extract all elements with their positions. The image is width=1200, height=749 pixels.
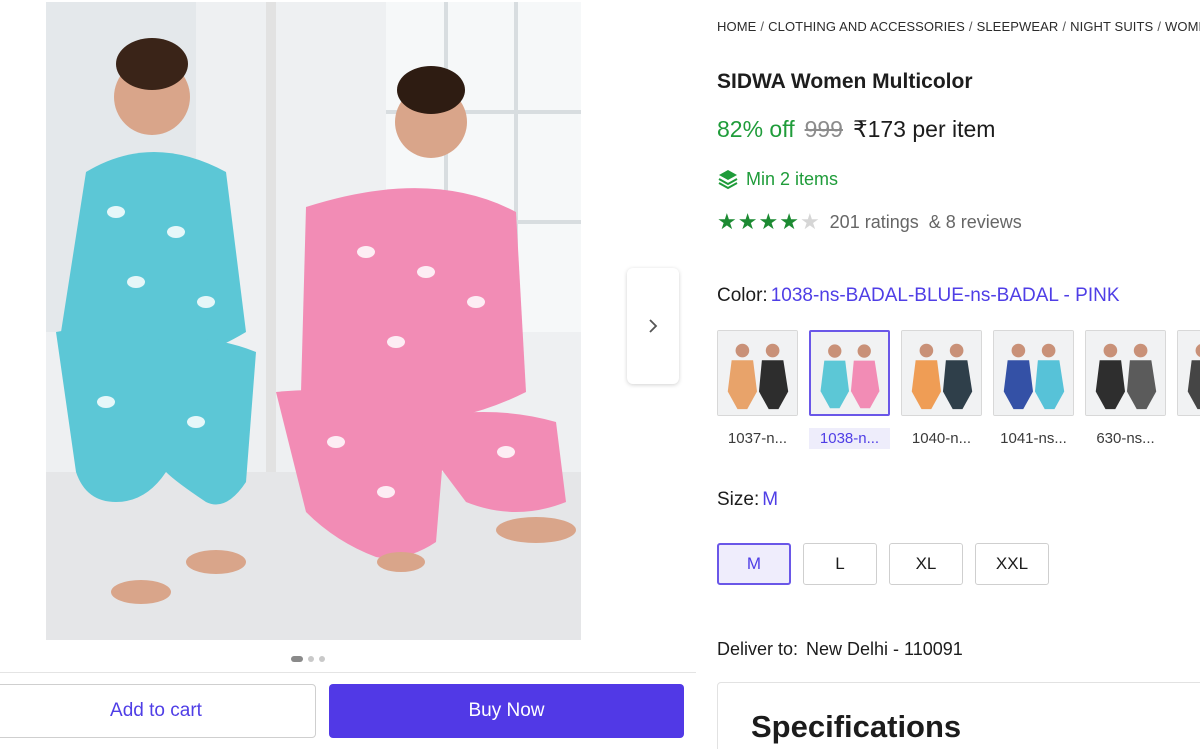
min-items-text: Min 2 items (746, 168, 839, 189)
swatch-label: 630-ns... (1096, 430, 1155, 447)
swatch-thumbnail (1177, 330, 1200, 416)
delivery-info[interactable]: Deliver to: New Delhi - 110091 (717, 639, 963, 660)
price-row: 82% off 999 ₹173 per item (717, 116, 995, 143)
swatch-thumbnail (901, 330, 982, 416)
color-swatch[interactable]: 1041-ns... (993, 330, 1074, 449)
carousel-dot[interactable] (319, 656, 325, 662)
carousel-dot-active[interactable] (291, 656, 303, 662)
swatch-label: 1037-n... (727, 430, 788, 447)
star-filled-icon: ★ (717, 209, 737, 234)
breadcrumb-women[interactable]: WOME (1165, 19, 1200, 34)
delivery-location: New Delhi - 110091 (806, 639, 963, 659)
product-photo-illustration (46, 2, 581, 640)
reviews-count[interactable]: & 8 reviews (929, 212, 1022, 233)
selected-size: M (762, 489, 779, 510)
size-selector-label: Size: M (717, 489, 778, 511)
selected-color: 1038-ns-BADAL-BLUE-ns-BADAL - PINK (770, 285, 1120, 306)
image-carousel-dots (291, 656, 325, 662)
breadcrumb-separator: / (1062, 19, 1067, 34)
color-label-text: Color: (717, 285, 768, 306)
swatch-label: 63 (1177, 428, 1200, 449)
specifications-title: Specifications (751, 709, 962, 744)
swatch-label: 1041-ns... (1000, 430, 1067, 447)
size-label-text: Size: (717, 489, 760, 510)
discount-percent: 82% off (717, 116, 795, 142)
color-selector-label: Color: 1038-ns-BADAL-BLUE-ns-BADAL - PINK (717, 285, 1120, 307)
product-image[interactable] (46, 2, 581, 640)
breadcrumb-separator: / (1157, 19, 1162, 34)
size-option-xxl[interactable]: XXL (975, 543, 1049, 585)
star-rating: ★ ★ ★ ★ ★ (717, 211, 820, 233)
breadcrumb: HOME / CLOTHING AND ACCESSORIES / SLEEPWEAR /… (717, 19, 1200, 34)
swatch-thumbnail (993, 330, 1074, 416)
carousel-dot[interactable] (308, 656, 314, 662)
color-swatches: 1037-n... 1038-n... 1040-n... 1041-ns... 630… (717, 330, 1200, 449)
color-swatch[interactable]: 1040-n... (901, 330, 982, 449)
color-swatch[interactable]: 1038-n... (809, 330, 890, 449)
ratings-count[interactable]: 201 ratings (830, 212, 919, 233)
breadcrumb-clothing[interactable]: CLOTHING AND ACCESSORIES (768, 19, 965, 34)
swatch-label: 1038-n... (809, 428, 890, 449)
deliver-label: Deliver to: (717, 639, 799, 659)
add-to-cart-button[interactable]: Add to cart (0, 684, 316, 738)
buy-now-button[interactable]: Buy Now (329, 684, 684, 738)
selling-price: ₹173 per item (852, 116, 996, 142)
star-empty-icon: ★ (799, 209, 820, 234)
color-swatch[interactable]: 63 (1177, 330, 1200, 449)
size-options: M L XL XXL (717, 543, 1049, 585)
breadcrumb-home[interactable]: HOME (717, 19, 756, 34)
size-option-xl[interactable]: XL (889, 543, 963, 585)
swatch-label: 1040-n... (911, 430, 972, 447)
star-filled-icon: ★ (737, 209, 758, 234)
color-swatch[interactable]: 1037-n... (717, 330, 798, 449)
rating-row: ★ ★ ★ ★ ★ 201 ratings & 8 reviews (717, 211, 1022, 233)
product-title: SIDWA Women Multicolor (717, 70, 973, 93)
swatch-thumbnail (809, 330, 890, 416)
size-option-m[interactable]: M (717, 543, 791, 585)
breadcrumb-night-suits[interactable]: NIGHT SUITS (1070, 19, 1153, 34)
breadcrumb-sleepwear[interactable]: SLEEPWEAR (977, 19, 1059, 34)
color-swatch[interactable]: 630-ns... (1085, 330, 1166, 449)
layers-icon (718, 170, 738, 190)
star-filled-icon: ★ (779, 209, 799, 234)
swatch-thumbnail (1085, 330, 1166, 416)
chevron-right-icon (649, 319, 658, 333)
size-option-l[interactable]: L (803, 543, 877, 585)
breadcrumb-separator: / (968, 19, 973, 34)
star-filled-icon: ★ (758, 209, 779, 234)
min-items-info: Min 2 items (717, 168, 838, 190)
breadcrumb-separator: / (760, 19, 765, 34)
original-price: 999 (804, 116, 843, 142)
swatch-thumbnail (717, 330, 798, 416)
next-image-button[interactable] (627, 268, 679, 384)
